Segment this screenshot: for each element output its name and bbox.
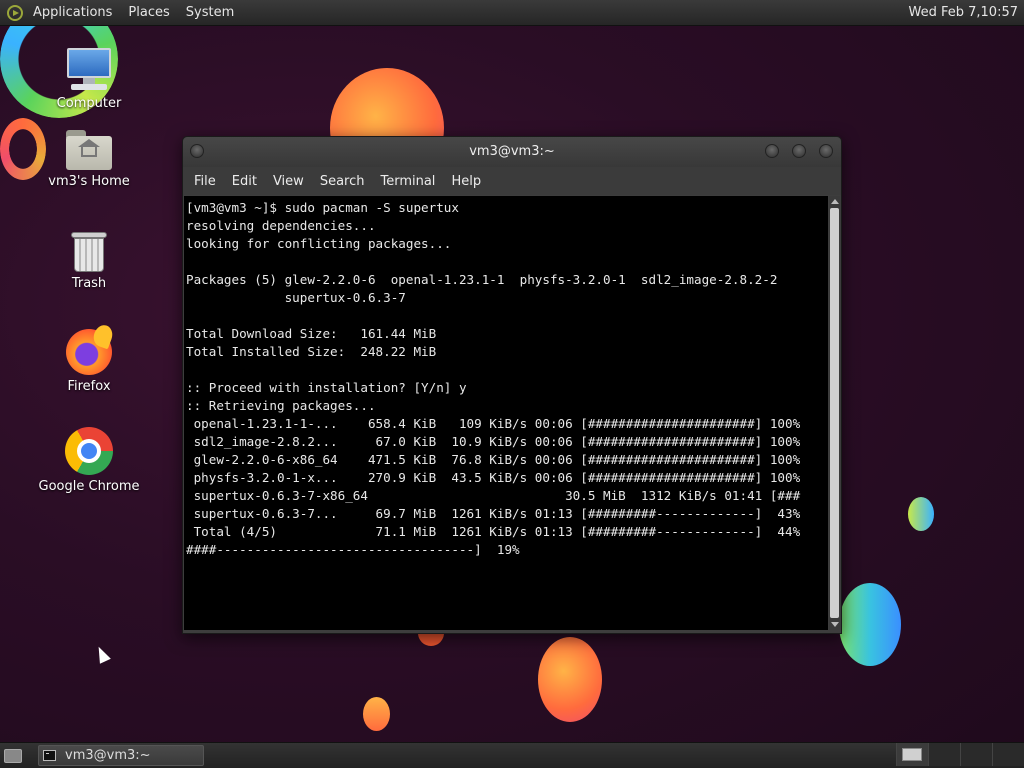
taskbar-item-terminal[interactable]: vm3@vm3:~: [38, 745, 204, 766]
desktop-icon-firefox[interactable]: Firefox: [29, 329, 149, 394]
chrome-icon: [65, 427, 113, 475]
terminal-window[interactable]: vm3@vm3:~ File Edit View Search Terminal…: [182, 136, 842, 634]
workspace-2[interactable]: [928, 743, 960, 766]
desktop-icon-label: Computer: [56, 96, 122, 111]
window-menubar: File Edit View Search Terminal Help: [183, 167, 841, 195]
desktop-icon-label: Firefox: [67, 379, 111, 394]
terminal-icon: [43, 750, 56, 761]
taskbar-item-label: vm3@vm3:~: [65, 748, 151, 763]
menu-applications[interactable]: Applications: [25, 0, 120, 25]
computer-icon: [65, 46, 113, 92]
menu-search[interactable]: Search: [312, 174, 373, 189]
desktop-icon-label: vm3's Home: [48, 174, 130, 189]
menu-system[interactable]: System: [178, 0, 242, 25]
wallpaper-blue-blob: [839, 583, 901, 666]
workspace-3[interactable]: [960, 743, 992, 766]
menu-view[interactable]: View: [265, 174, 312, 189]
scrollbar-thumb[interactable]: [830, 208, 839, 618]
mouse-cursor-icon: [93, 644, 111, 664]
distro-logo-icon[interactable]: [7, 4, 23, 21]
desktop-icon-trash[interactable]: Trash: [29, 230, 149, 291]
wallpaper-small-blob: [908, 497, 934, 531]
desktop-icon-computer[interactable]: Computer: [29, 46, 149, 111]
scroll-down-icon[interactable]: [831, 622, 839, 627]
menu-file[interactable]: File: [186, 174, 224, 189]
home-folder-icon: [66, 130, 112, 170]
terminal-output[interactable]: [vm3@vm3 ~]$ sudo pacman -S supertux res…: [184, 196, 828, 630]
desktop-icon-chrome[interactable]: Google Chrome: [29, 427, 149, 494]
menu-edit[interactable]: Edit: [224, 174, 265, 189]
top-panel: Applications Places System Wed Feb 7,10:…: [0, 0, 1024, 26]
clock-text: Wed Feb 7,10:57: [908, 5, 1019, 20]
menu-places[interactable]: Places: [120, 0, 177, 25]
desktop-icon-label: Trash: [71, 276, 107, 291]
window-menu-button[interactable]: [190, 144, 204, 158]
menu-help[interactable]: Help: [443, 174, 489, 189]
firefox-icon: [66, 329, 112, 375]
minimize-button[interactable]: [765, 144, 779, 158]
clock[interactable]: Wed Feb 7,10:57: [909, 5, 1024, 20]
top-menu: Applications Places System: [25, 0, 242, 25]
menu-terminal[interactable]: Terminal: [372, 174, 443, 189]
desktop-icon-label: Google Chrome: [38, 479, 140, 494]
close-button[interactable]: [819, 144, 833, 158]
workspace-switcher: [896, 743, 1024, 768]
trash-icon: [71, 230, 107, 272]
window-title: vm3@vm3:~: [469, 144, 555, 159]
maximize-button[interactable]: [792, 144, 806, 158]
desktop-icon-home[interactable]: vm3's Home: [29, 128, 149, 189]
show-desktop-icon[interactable]: [4, 748, 22, 763]
workspace-4[interactable]: [992, 743, 1024, 766]
terminal-text: [vm3@vm3 ~]$ sudo pacman -S supertux res…: [186, 200, 801, 557]
scroll-up-icon[interactable]: [831, 199, 839, 204]
workspace-1[interactable]: [896, 743, 928, 766]
wallpaper-orange-blob-2: [538, 637, 602, 722]
window-titlebar[interactable]: vm3@vm3:~: [183, 137, 841, 167]
wallpaper-small-orange-blob: [363, 697, 390, 731]
terminal-scrollbar[interactable]: [829, 196, 840, 630]
bottom-panel: vm3@vm3:~: [0, 742, 1024, 768]
